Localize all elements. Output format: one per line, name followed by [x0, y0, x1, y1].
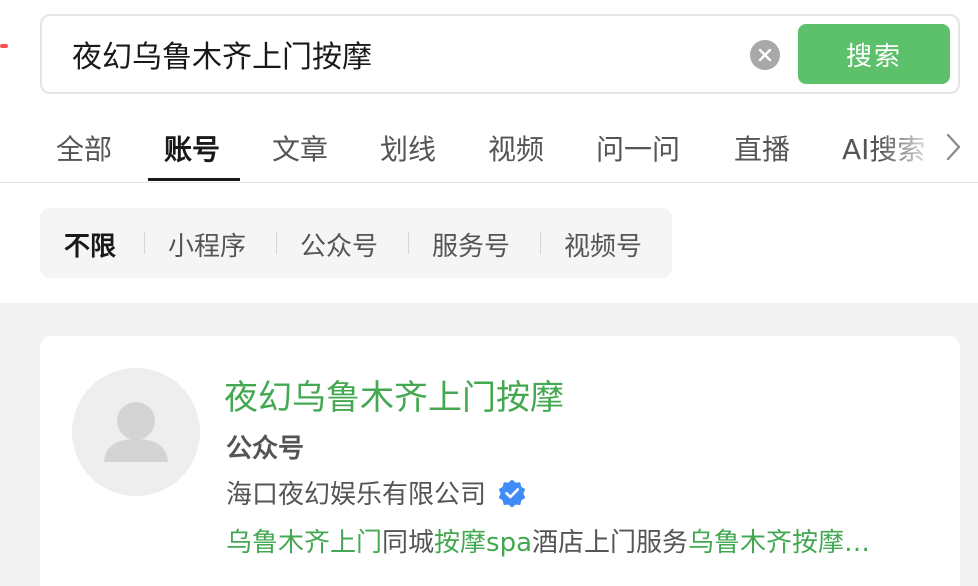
account-type-filter: 不限 小程序 公众号 服务号 视频号: [40, 208, 672, 278]
search-input[interactable]: [72, 34, 712, 74]
tabs-fade-overlay: [880, 118, 938, 178]
desc-text: 同城: [382, 528, 435, 558]
search-bar: 搜索: [40, 14, 960, 94]
filter-divider: [408, 232, 409, 254]
tab-live[interactable]: 直播: [734, 128, 790, 168]
desc-highlight: 按摩spa: [434, 528, 533, 558]
filter-divider: [540, 232, 541, 254]
tab-accounts[interactable]: 账号: [164, 128, 220, 168]
clear-search-button[interactable]: [750, 40, 780, 70]
company-name: 海口夜幻娱乐有限公司: [226, 480, 487, 510]
tab-all[interactable]: 全部: [56, 128, 112, 168]
filter-official-account[interactable]: 公众号: [300, 226, 378, 263]
edge-indicator: [0, 44, 8, 48]
tab-ask[interactable]: 问一问: [596, 128, 680, 168]
filter-all[interactable]: 不限: [64, 226, 116, 263]
filter-mini-program[interactable]: 小程序: [168, 226, 246, 263]
search-results-page: 搜索 全部 账号 文章 划线 视频 问一问 直播 AI搜索 不限 小程序 公众号…: [0, 0, 978, 586]
chevron-right-icon: [946, 133, 961, 161]
account-name[interactable]: 夜幻乌鲁木齐上门按摩: [224, 370, 564, 419]
account-type-label: 公众号: [226, 434, 305, 464]
tab-articles[interactable]: 文章: [272, 128, 328, 168]
close-icon: [758, 48, 772, 62]
tab-videos[interactable]: 视频: [488, 128, 544, 168]
tabs-divider: [0, 182, 978, 183]
search-button[interactable]: 搜索: [798, 24, 950, 84]
filter-divider: [144, 232, 145, 254]
active-tab-indicator: [148, 178, 240, 181]
default-avatar-icon: [104, 402, 168, 462]
company-row: 海口夜幻娱乐有限公司: [226, 474, 527, 510]
account-result-card[interactable]: 夜幻乌鲁木齐上门按摩 公众号 海口夜幻娱乐有限公司 乌鲁木齐上门同城按摩spa酒…: [40, 336, 960, 586]
avatar[interactable]: [72, 368, 200, 496]
desc-text: 酒店上门服务: [532, 528, 689, 558]
desc-highlight: 乌鲁木齐上门: [226, 528, 383, 558]
desc-highlight: 乌鲁木齐按摩…: [688, 528, 871, 558]
filter-channels[interactable]: 视频号: [564, 226, 642, 263]
tabs-scroll-right-button[interactable]: [938, 130, 968, 164]
account-description: 乌鲁木齐上门同城按摩spa酒店上门服务乌鲁木齐按摩…: [226, 522, 926, 559]
tab-highlights[interactable]: 划线: [380, 128, 436, 168]
category-tabs: 全部 账号 文章 划线 视频 问一问 直播 AI搜索: [0, 118, 978, 182]
filter-divider: [276, 232, 277, 254]
filter-service-account[interactable]: 服务号: [432, 226, 510, 263]
verified-badge-icon: [498, 479, 526, 507]
